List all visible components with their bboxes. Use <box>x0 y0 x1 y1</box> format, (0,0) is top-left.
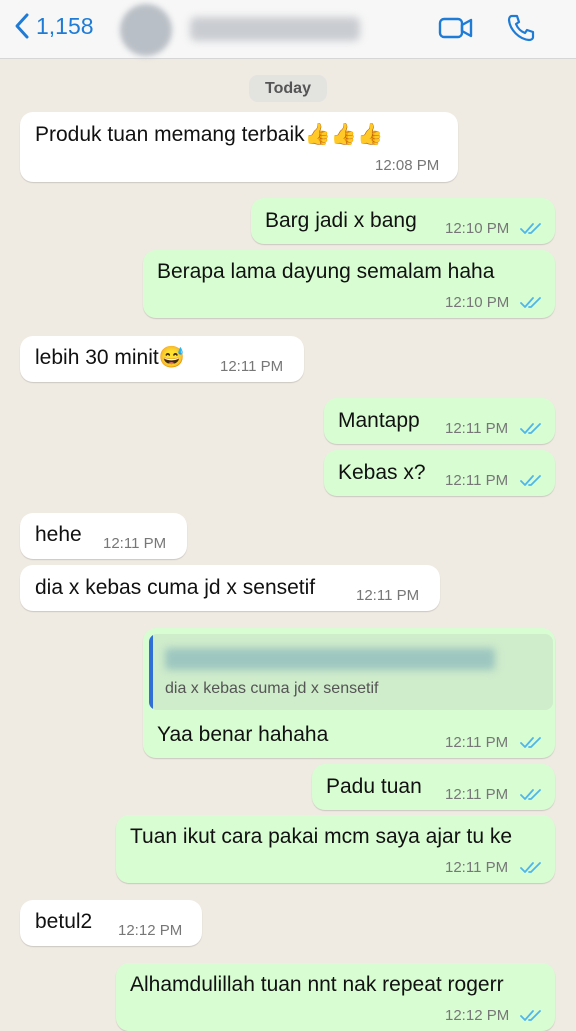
message-text: Produk tuan memang terbaik👍👍👍 <box>35 123 384 146</box>
message-bubble-outgoing[interactable]: Tuan ikut cara pakai mcm saya ajar tu ke… <box>116 815 555 883</box>
message-time: 12:08 PM <box>375 157 440 174</box>
message-bubble-outgoing[interactable]: Mantapp 12:11 PM <box>324 398 555 444</box>
message-bubble-outgoing[interactable]: Berapa lama dayung semalam haha 12:10 PM <box>143 250 555 318</box>
message-text: Barg jadi x bang <box>265 209 417 232</box>
message-bubble-outgoing[interactable]: Alhamdulillah tuan nnt nak repeat rogerr… <box>116 963 555 1031</box>
message-text: Padu tuan <box>326 775 422 798</box>
message-text: hehe <box>35 523 82 546</box>
message-bubble-incoming[interactable]: hehe 12:11 PM <box>20 513 187 559</box>
message-text: Kebas x? <box>338 461 426 484</box>
message-bubble-incoming[interactable]: betul2 12:12 PM <box>20 900 202 946</box>
message-time: 12:11 PM <box>445 859 509 876</box>
message-text: dia x kebas cuma jd x sensetif <box>35 576 316 599</box>
quoted-message[interactable]: dia x kebas cuma jd x sensetif <box>149 634 553 710</box>
message-time: 12:11 PM <box>356 587 420 604</box>
video-call-icon[interactable] <box>438 12 474 44</box>
message-time: 12:11 PM <box>445 734 509 751</box>
message-time: 12:12 PM <box>118 922 183 939</box>
message-text: Mantapp <box>338 409 420 432</box>
message-bubble-incoming[interactable]: dia x kebas cuma jd x sensetif 12:11 PM <box>20 565 440 611</box>
message-bubble-outgoing[interactable]: Barg jadi x bang 12:10 PM <box>251 198 555 244</box>
message-bubble-outgoing[interactable]: Padu tuan 12:11 PM <box>312 764 555 810</box>
back-button[interactable]: 1,158 <box>14 12 94 40</box>
chat-header: 1,158 <box>0 0 576 59</box>
read-ticks-icon <box>520 297 541 308</box>
read-ticks-icon <box>520 1010 541 1021</box>
quoted-text: dia x kebas cuma jd x sensetif <box>165 680 379 697</box>
chevron-left-icon <box>15 13 29 39</box>
message-text: lebih 30 minit😅 <box>35 346 185 369</box>
unread-count: 1,158 <box>36 12 94 39</box>
quote-accent-bar <box>149 634 153 710</box>
date-divider: Today <box>249 75 327 102</box>
message-text: Yaa benar hahaha <box>157 723 329 746</box>
message-bubble-outgoing-reply[interactable]: dia x kebas cuma jd x sensetif Yaa benar… <box>143 628 555 758</box>
read-ticks-icon <box>520 789 541 800</box>
message-time: 12:11 PM <box>220 358 284 375</box>
phone-icon[interactable] <box>505 12 537 44</box>
message-bubble-incoming[interactable]: Produk tuan memang terbaik👍👍👍 12:08 PM <box>20 112 458 182</box>
avatar[interactable] <box>120 4 172 56</box>
message-text: Berapa lama dayung semalam haha <box>157 260 495 283</box>
read-ticks-icon <box>520 423 541 434</box>
contact-name[interactable] <box>190 17 360 41</box>
message-text: betul2 <box>35 910 93 933</box>
message-time: 12:11 PM <box>445 420 509 437</box>
quoted-sender-redacted <box>165 648 495 670</box>
message-time: 12:10 PM <box>445 294 510 311</box>
message-time: 12:11 PM <box>103 535 167 552</box>
message-time: 12:11 PM <box>445 786 509 803</box>
message-bubble-outgoing[interactable]: Kebas x? 12:11 PM <box>324 450 555 496</box>
read-ticks-icon <box>520 223 541 234</box>
read-ticks-icon <box>520 737 541 748</box>
read-ticks-icon <box>520 862 541 873</box>
message-text: Alhamdulillah tuan nnt nak repeat rogerr <box>130 973 504 996</box>
message-bubble-incoming[interactable]: lebih 30 minit😅 12:11 PM <box>20 336 304 382</box>
message-time: 12:10 PM <box>445 220 510 237</box>
message-time: 12:12 PM <box>445 1007 510 1024</box>
message-text: Tuan ikut cara pakai mcm saya ajar tu ke <box>130 825 513 848</box>
read-ticks-icon <box>520 475 541 486</box>
message-time: 12:11 PM <box>445 472 509 489</box>
